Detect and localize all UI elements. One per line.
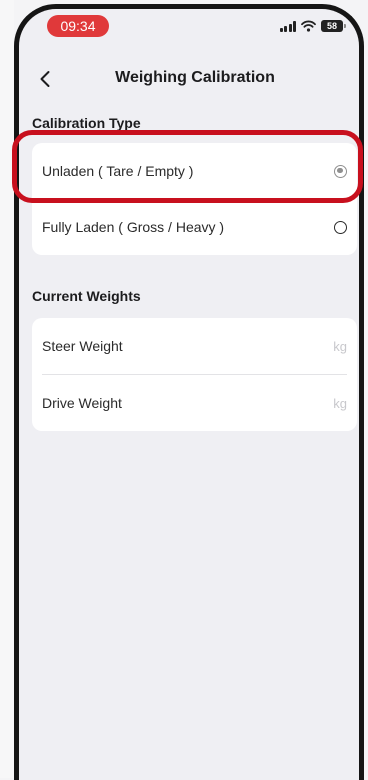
calibration-type-heading: Calibration Type [32,115,141,131]
status-time: 09:34 [47,15,109,37]
steer-weight-label: Steer Weight [42,338,123,354]
radio-selected-icon[interactable] [334,164,347,178]
option-fully-laden[interactable]: Fully Laden ( Gross / Heavy ) [32,199,357,255]
option-fully-laden-label: Fully Laden ( Gross / Heavy ) [42,219,225,235]
page-title: Weighing Calibration [115,69,275,86]
status-bar: 09:34 58 [19,9,359,49]
radio-unselected-icon[interactable] [334,220,347,234]
background-left [0,0,14,778]
calibration-type-card: Unladen ( Tare / Empty ) Fully Laden ( G… [32,143,357,255]
option-unladen-label: Unladen ( Tare / Empty ) [42,163,194,179]
cellular-signal-icon [279,20,296,32]
current-weights-card: Steer Weight kg Drive Weight kg [32,318,357,431]
drive-weight-label: Drive Weight [42,395,122,411]
battery-icon: 58 [321,20,346,32]
steer-weight-field[interactable]: Steer Weight kg [32,318,357,374]
phone-frame: 09:34 58 Weighing Calibration Calibratio… [14,4,364,780]
drive-weight-field[interactable]: Drive Weight kg [32,375,357,431]
current-weights-heading: Current Weights [32,288,141,304]
nav-bar: Weighing Calibration [19,61,359,97]
status-icons: 58 [279,19,346,33]
wifi-icon [301,20,316,32]
option-unladen[interactable]: Unladen ( Tare / Empty ) [32,143,357,199]
drive-weight-unit: kg [333,395,347,411]
steer-weight-unit: kg [333,338,347,354]
